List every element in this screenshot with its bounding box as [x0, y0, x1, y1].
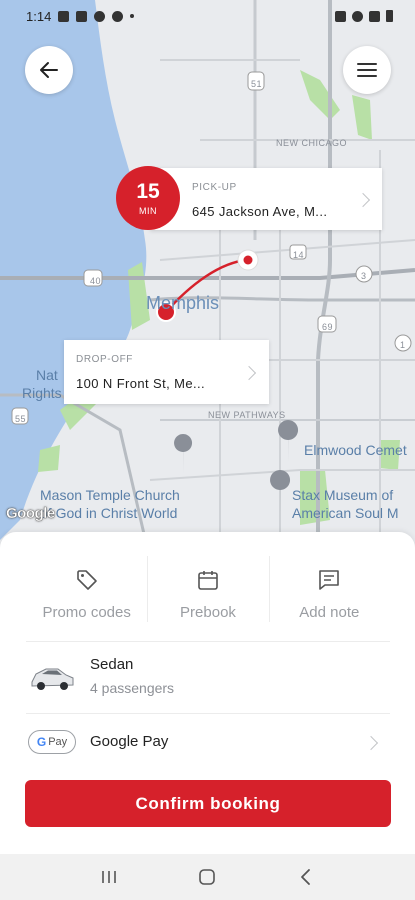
add-note-label: Add note [299, 604, 360, 621]
pickup-kicker: PICK-UP [192, 182, 237, 193]
google-attribution: Google [6, 505, 55, 522]
battery-icon [386, 10, 393, 22]
gpay-text: Pay [48, 736, 68, 748]
vehicle-row[interactable]: Sedan 4 passengers [26, 644, 390, 712]
app-notification-icon [94, 10, 106, 22]
payment-method-row[interactable]: G Pay Google Pay [26, 714, 390, 772]
map-label-new-pathways: NEW PATHWAYS [208, 410, 286, 420]
image-icon [76, 10, 88, 22]
google-g-mark: G [36, 735, 47, 749]
divider [26, 641, 390, 642]
map-label-mason-1: Mason Temple Church [40, 487, 180, 503]
home-icon [199, 869, 216, 885]
calendar-icon [198, 571, 218, 590]
confirm-booking-button[interactable]: Confirm booking [25, 780, 391, 827]
hamburger-menu-icon [357, 63, 377, 77]
system-nav-bar [0, 854, 415, 900]
prebook-button[interactable]: Prebook [147, 554, 268, 642]
wifi-icon [352, 10, 363, 22]
add-note-button[interactable]: Add note [268, 554, 390, 642]
shield-i55-label: 55 [15, 414, 27, 424]
shield-14-label: 14 [293, 250, 305, 260]
dropoff-kicker: DROP-OFF [76, 354, 134, 365]
location-icon [112, 10, 124, 22]
gallery-icon [58, 10, 70, 22]
prebook-label: Prebook [180, 604, 236, 621]
arrow-left-icon [40, 62, 58, 78]
map-label-elmwood: Elmwood Cemet [304, 442, 407, 458]
shield-i69-label: 69 [322, 322, 334, 332]
tag-icon [76, 570, 97, 590]
google-pay-logo: G Pay [28, 730, 76, 754]
recent-apps-button[interactable] [89, 862, 129, 892]
shield-i40-label: 40 [90, 276, 102, 286]
pickup-card[interactable]: PICK-UP 645 Jackson Ave, M... [150, 168, 382, 230]
map-label-mason-2: of God in Christ World [40, 505, 178, 521]
mute-icon [335, 10, 346, 22]
note-icon [319, 570, 340, 590]
chevron-right-icon [355, 192, 371, 208]
dropoff-address: 100 N Front St, Me... [76, 376, 206, 391]
map-label-nat-1: Nat [36, 367, 58, 383]
sedan-car-icon [31, 668, 74, 690]
promo-codes-button[interactable]: Promo codes [26, 554, 147, 642]
more-notifications-icon [130, 14, 135, 18]
chevron-left-icon [300, 869, 310, 885]
vehicle-name: Sedan [90, 656, 134, 673]
status-time: 1:14 [26, 8, 52, 24]
shield-1-label: 1 [400, 340, 406, 350]
eta-unit: MIN [139, 205, 157, 216]
dropoff-card[interactable]: DROP-OFF 100 N Front St, Me... [64, 340, 269, 404]
eta-badge: 15 MIN [116, 166, 180, 230]
status-bar: 1:14 [0, 0, 415, 32]
map-label-new-chicago: NEW CHICAGO [276, 138, 348, 148]
signal-icon [369, 10, 380, 22]
app-root: 40 69 55 51 14 1 3 NEW CHICAGO NEW PATHW… [0, 0, 415, 900]
chevron-right-icon [241, 365, 257, 381]
pickup-address: 645 Jackson Ave, M... [192, 204, 328, 219]
home-button[interactable] [187, 862, 227, 892]
recent-apps-icon [102, 871, 116, 883]
map-label-stax-2: American Soul M [292, 505, 399, 521]
booking-options: Promo codes Prebook Add note [26, 554, 390, 642]
booking-sheet: Promo codes Prebook Add note Sedan 4 pas… [0, 532, 415, 854]
shield-us51-label: 51 [251, 79, 263, 89]
map-label-nat-2: Rights [22, 385, 62, 401]
shield-3-label: 3 [361, 271, 367, 281]
promo-codes-label: Promo codes [42, 604, 131, 621]
map-label-stax-1: Stax Museum of [292, 487, 394, 503]
back-button[interactable] [25, 46, 73, 94]
system-back-button[interactable] [286, 862, 326, 892]
menu-button[interactable] [343, 46, 391, 94]
vehicle-passengers: 4 passengers [90, 680, 175, 696]
eta-value: 15 [136, 179, 160, 203]
payment-label: Google Pay [90, 733, 169, 750]
map-label-city: Memphis [146, 293, 220, 313]
chevron-right-icon [363, 735, 379, 751]
